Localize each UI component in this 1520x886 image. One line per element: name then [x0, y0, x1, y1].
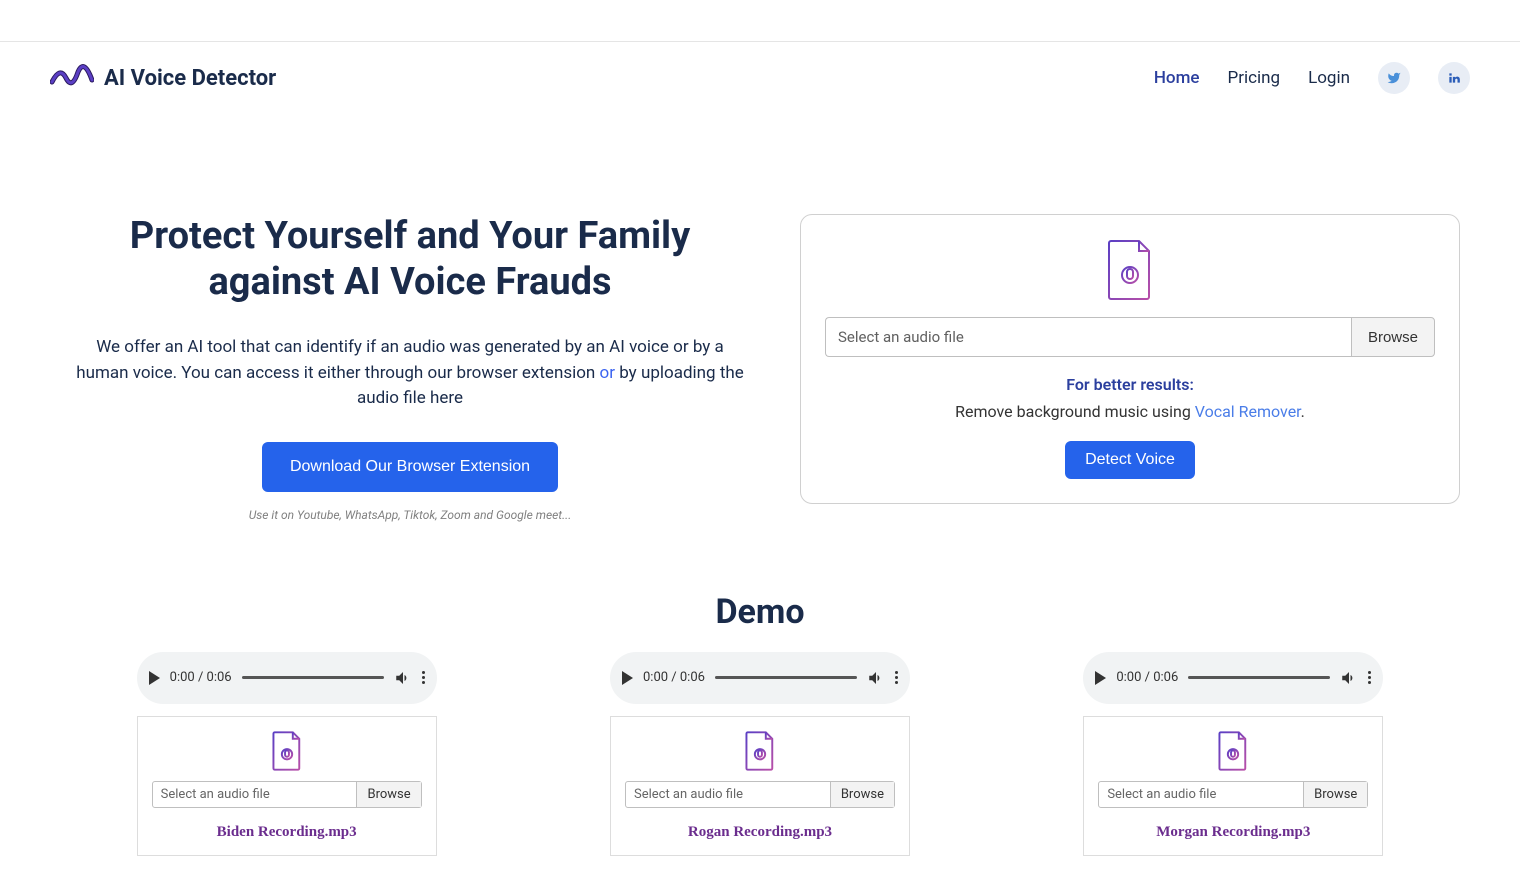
nav-login[interactable]: Login — [1308, 68, 1350, 88]
audio-player: 0:00 / 0:06 — [610, 652, 910, 704]
nav-pricing[interactable]: Pricing — [1227, 68, 1280, 88]
download-extension-button[interactable]: Download Our Browser Extension — [262, 442, 558, 492]
results-hint-text: Remove background music using Vocal Remo… — [825, 402, 1435, 421]
demo-file-input-row: Select an audio file Browse — [625, 781, 895, 808]
audio-time-display: 0:00 / 0:06 — [170, 670, 232, 685]
audio-progress-bar[interactable] — [715, 676, 857, 679]
vocal-remover-link[interactable]: Vocal Remover — [1195, 402, 1301, 421]
cta-hint-text: Use it on Youtube, WhatsApp, Tiktok, Zoo… — [60, 508, 760, 522]
demo-card: Select an audio file Browse Morgan Recor… — [1083, 716, 1383, 856]
brand-wave-icon — [50, 58, 94, 98]
demo-file-select-input[interactable]: Select an audio file — [153, 782, 357, 807]
volume-icon[interactable] — [394, 669, 412, 687]
audio-menu-icon[interactable] — [895, 671, 898, 684]
audio-file-icon — [745, 731, 775, 771]
play-icon[interactable] — [149, 671, 160, 685]
demo-column: 0:00 / 0:06 Select an audio file Browse … — [1023, 652, 1443, 856]
audio-file-icon — [1107, 239, 1153, 301]
play-icon[interactable] — [622, 671, 633, 685]
detect-voice-button[interactable]: Detect Voice — [1065, 441, 1195, 479]
hero-title: Protect Yourself and Your Family against… — [60, 214, 760, 305]
demo-browse-button[interactable]: Browse — [830, 782, 894, 807]
demo-section-title: Demo — [0, 592, 1520, 632]
demo-recording-label: Morgan Recording.mp3 — [1098, 824, 1368, 841]
demo-file-select-input[interactable]: Select an audio file — [1099, 782, 1303, 807]
logo-area[interactable]: AI Voice Detector — [50, 58, 276, 98]
play-icon[interactable] — [1095, 671, 1106, 685]
linkedin-icon[interactable] — [1438, 62, 1470, 94]
demo-column: 0:00 / 0:06 Select an audio file Browse … — [550, 652, 970, 856]
upload-card: Select an audio file Browse For better r… — [800, 214, 1460, 504]
audio-menu-icon[interactable] — [1368, 671, 1371, 684]
audio-player: 0:00 / 0:06 — [1083, 652, 1383, 704]
hero-description: We offer an AI tool that can identify if… — [60, 335, 760, 412]
demo-recording-label: Rogan Recording.mp3 — [625, 824, 895, 841]
audio-time-display: 0:00 / 0:06 — [643, 670, 705, 685]
audio-file-icon — [1218, 731, 1248, 771]
demo-card: Select an audio file Browse Rogan Record… — [610, 716, 910, 856]
demo-browse-button[interactable]: Browse — [1303, 782, 1367, 807]
demo-card: Select an audio file Browse Biden Record… — [137, 716, 437, 856]
demo-recording-label: Biden Recording.mp3 — [152, 824, 422, 841]
audio-file-icon — [272, 731, 302, 771]
demo-column: 0:00 / 0:06 Select an audio file Browse … — [77, 652, 497, 856]
audio-time-display: 0:00 / 0:06 — [1116, 670, 1178, 685]
main-nav: Home Pricing Login — [1154, 62, 1470, 94]
twitter-icon[interactable] — [1378, 62, 1410, 94]
results-hint-title: For better results: — [825, 375, 1435, 394]
demo-file-input-row: Select an audio file Browse — [1098, 781, 1368, 808]
brand-name: AI Voice Detector — [104, 66, 276, 91]
demo-file-input-row: Select an audio file Browse — [152, 781, 422, 808]
hero-left-column: Protect Yourself and Your Family against… — [60, 214, 760, 522]
top-utility-bar — [0, 0, 1520, 42]
nav-home[interactable]: Home — [1154, 68, 1200, 88]
audio-player: 0:00 / 0:06 — [137, 652, 437, 704]
audio-progress-bar[interactable] — [1188, 676, 1330, 679]
demo-file-select-input[interactable]: Select an audio file — [626, 782, 830, 807]
volume-icon[interactable] — [1340, 669, 1358, 687]
demo-row: 0:00 / 0:06 Select an audio file Browse … — [0, 652, 1520, 886]
browse-button[interactable]: Browse — [1351, 317, 1435, 357]
file-select-input[interactable]: Select an audio file — [825, 317, 1351, 357]
demo-browse-button[interactable]: Browse — [356, 782, 420, 807]
file-input-row: Select an audio file Browse — [825, 317, 1435, 357]
audio-menu-icon[interactable] — [422, 671, 425, 684]
audio-progress-bar[interactable] — [242, 676, 384, 679]
volume-icon[interactable] — [867, 669, 885, 687]
site-header: AI Voice Detector Home Pricing Login — [0, 42, 1520, 114]
hero-section: Protect Yourself and Your Family against… — [0, 114, 1520, 562]
